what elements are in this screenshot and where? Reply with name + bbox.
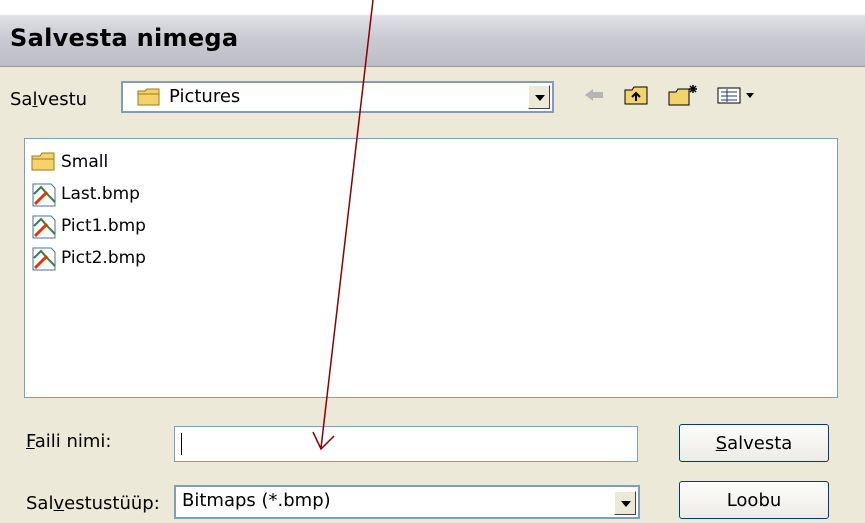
save-in-dropdown-button[interactable]: [528, 85, 550, 109]
new-folder-icon[interactable]: [665, 81, 701, 109]
save-in-dropdown[interactable]: Pictures: [121, 81, 554, 113]
file-name: Small: [61, 152, 109, 172]
save-button-label: alvesta: [727, 432, 793, 454]
save-in-value: Pictures: [169, 86, 241, 107]
file-name: Pict2.bmp: [61, 248, 146, 268]
file-name-input[interactable]: [174, 426, 638, 462]
bitmap-icon: [31, 182, 57, 207]
save-button-accel: S: [715, 432, 728, 454]
title-bar[interactable]: Salvesta nimega: [0, 0, 865, 68]
text-cursor: [181, 433, 182, 455]
file-type-dropdown-button[interactable]: [614, 491, 636, 515]
up-folder-icon[interactable]: [620, 81, 652, 109]
file-type-label: Salvestustüüp:: [26, 493, 160, 514]
list-item[interactable]: Pict2.bmp: [31, 243, 146, 273]
file-type-value: Bitmaps (*.bmp): [182, 490, 331, 511]
list-item[interactable]: Small: [31, 147, 108, 177]
list-item[interactable]: Last.bmp: [31, 179, 140, 209]
back-arrow-icon[interactable]: [580, 81, 608, 109]
save-button[interactable]: Salvesta: [679, 424, 829, 462]
window-title: Salvesta nimega: [10, 24, 239, 52]
folder-icon: [137, 87, 161, 111]
file-name-label: Faili nimi:: [26, 431, 112, 452]
bitmap-icon: [31, 214, 57, 239]
view-menu-icon[interactable]: [712, 81, 764, 109]
file-name: Last.bmp: [61, 184, 140, 204]
save-in-label: Salvestu: [10, 89, 88, 110]
file-type-dropdown[interactable]: Bitmaps (*.bmp): [174, 485, 640, 519]
list-item[interactable]: Pict1.bmp: [31, 211, 146, 241]
folder-icon: [31, 150, 57, 174]
cancel-button[interactable]: Loobu: [679, 481, 829, 519]
file-name: Pict1.bmp: [61, 216, 146, 236]
cancel-button-label: Loobu: [726, 489, 782, 511]
dialog-body: Salvestu Pictures Small Last.bmp Pict1.b…: [0, 66, 865, 523]
file-list[interactable]: Small Last.bmp Pict1.bmp Pict2.bmp: [24, 138, 838, 398]
bitmap-icon: [31, 246, 57, 271]
